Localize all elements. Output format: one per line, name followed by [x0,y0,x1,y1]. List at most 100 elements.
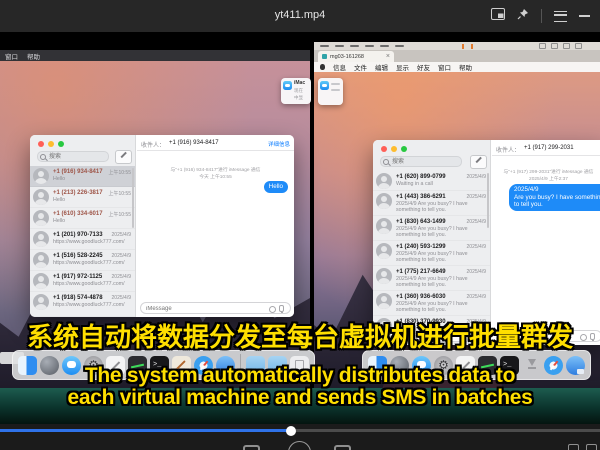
conversation-time: 2025/4/9 [467,269,486,275]
fullscreen-icon[interactable] [586,444,597,450]
menu-icon[interactable] [554,11,567,22]
vmware-menu-item[interactable] [335,45,344,47]
skip-forward-icon[interactable] [334,445,351,450]
volume-icon[interactable] [568,444,579,450]
menu-item[interactable]: 窗口 [5,51,18,61]
details-link[interactable]: 详细信息 [268,140,290,148]
left-vm-menubar: 窗口 帮助 [0,50,310,61]
compose-button[interactable] [470,155,487,169]
scrollbar[interactable] [487,173,489,228]
video-player-window: 窗口 帮助 mg03-161268 × 信息 文件 编辑 显示 好友 窗口 帮助 [0,0,600,450]
menu-item[interactable]: 帮助 [27,51,40,61]
menu-item[interactable]: 好友 [417,62,430,72]
chat-pane: 收件人： +1 (917) 299-2031 与“+1 (917) 299-20… [492,140,600,345]
conversation-sidebar: +1 (916) 934-8417 上午10:55 Hello +1 (213)… [30,135,136,317]
search-input[interactable] [380,156,462,167]
recipient-label: 收件人： [496,145,520,154]
vmware-menu-item[interactable] [380,45,389,47]
imessage-notification[interactable]: iMac 现在 中显 [281,78,311,104]
minimize-button[interactable] [391,146,397,152]
emoji-icon[interactable] [269,306,276,313]
menu-item[interactable]: 编辑 [375,62,388,72]
play-pause-icon[interactable] [288,441,311,450]
imessage-icon [320,81,329,90]
conversation-time: 2025/4/9 [467,219,486,225]
conversation-row[interactable]: +1 (610) 334-6017 上午10:55 Hello [30,208,135,229]
conversation-row[interactable]: +1 (620) 899-0799 2025/4/9 Waiting in a … [373,171,490,191]
menu-item[interactable]: 文件 [354,62,367,72]
conversation-sidebar: +1 (620) 899-0799 2025/4/9 Waiting in a … [373,140,491,345]
vm-layout-icon[interactable] [551,43,558,49]
vm-pause-icon[interactable] [462,44,473,49]
notification-text: 现在 [294,88,303,94]
contact-number: +1 (918) 574-4878 [53,295,103,301]
conversation-row[interactable]: +1 (240) 593-1299 2025/4/9 2025/4/9 Are … [373,241,490,266]
subtitle-english-line1: The system automatically distributes dat… [0,364,600,388]
close-button[interactable] [381,146,387,152]
avatar [376,173,392,189]
search-input[interactable] [37,151,109,162]
message-input[interactable] [144,303,252,315]
apple-logo-icon[interactable] [320,64,325,70]
conversation-preview: 2025/4/9 Are you busy? I have something … [396,251,487,264]
pin-icon[interactable] [517,7,529,25]
avatar [376,218,392,234]
conversation-row[interactable]: +1 (443) 386-6291 2025/4/9 2025/4/9 Are … [373,191,490,216]
compose-button[interactable] [115,150,132,164]
vm-layout-icon[interactable] [539,43,546,49]
zoom-button[interactable] [401,146,407,152]
microphone-icon[interactable] [279,305,284,312]
vm-layout-icon[interactable] [575,43,582,49]
vm-tab[interactable]: mg03-161268 × [318,51,394,62]
conversation-row[interactable]: +1 (213) 226-3817 上午10:55 Hello [30,187,135,208]
conversation-time: 2025/4/9 [112,232,131,238]
minimize-icon[interactable] [579,15,590,17]
skip-back-icon[interactable] [243,445,260,450]
sent-message-bubble: 2025/4/9 Are you busy? I have something … [509,184,600,211]
conversation-row[interactable]: +1 (775) 217-6649 2025/4/9 2025/4/9 Are … [373,266,490,291]
vmware-menu-item[interactable] [365,45,374,47]
imessage-greeting: 与“+1 (916) 934-8417”进行 iMessage 通信 [137,166,294,173]
conversation-row[interactable]: +1 (916) 934-8417 上午10:55 Hello [30,166,135,187]
menu-item[interactable]: 信息 [333,62,346,72]
vm-layout-icon[interactable] [563,43,570,49]
messages-window-left: +1 (916) 934-8417 上午10:55 Hello +1 (213)… [30,135,294,317]
vmware-menu-item[interactable] [350,45,359,47]
zoom-button[interactable] [58,141,64,147]
conversation-time: 2025/4/9 [112,274,131,280]
scrollbar[interactable] [132,168,134,228]
recipient-number: +1 (917) 299-2031 [524,145,574,151]
notification-text [331,89,340,91]
contact-number: +1 (917) 972-1125 [53,274,102,280]
contact-number: +1 (213) 226-3817 [53,190,103,196]
conversation-row[interactable]: +1 (516) 528-2245 2025/4/9 https://www.g… [30,250,135,271]
conversation-preview: https://www.goodluck777.com/ [53,302,132,308]
conversation-row[interactable]: +1 (917) 972-1125 2025/4/9 https://www.g… [30,271,135,292]
contact-number: +1 (610) 334-6017 [53,211,103,217]
traffic-lights[interactable] [381,146,407,152]
conversation-preview: https://www.goodluck777.com/ [53,281,132,287]
imessage-notification[interactable] [318,78,343,105]
conversation-row[interactable]: +1 (918) 574-4878 2025/4/9 https://www.g… [30,292,135,317]
minimize-button[interactable] [48,141,54,147]
conversation-row[interactable]: +1 (830) 643-1499 2025/4/9 2025/4/9 Are … [373,216,490,241]
avatar [376,193,392,209]
conversation-row[interactable]: +1 (360) 936-6030 2025/4/9 2025/4/9 Are … [373,291,490,316]
seek-thumb[interactable] [286,426,296,436]
bubble-text: Are you busy? I have something to tell y… [514,194,600,209]
close-icon[interactable]: × [386,53,390,60]
traffic-lights[interactable] [38,141,64,147]
vmware-menu-item[interactable] [395,45,404,47]
contact-number: +1 (775) 217-6649 [396,269,446,275]
vmware-tab-strip: mg03-161268 × [314,50,600,62]
conversation-row[interactable]: +1 (201) 970-7133 2025/4/9 https://www.g… [30,229,135,250]
menu-item[interactable]: 帮助 [459,62,472,72]
avatar [376,243,392,259]
vmware-menu-item[interactable] [320,45,329,47]
mini-player-icon[interactable] [491,7,505,25]
menu-item[interactable]: 显示 [396,62,409,72]
notification-text: 中显 [294,95,303,101]
close-button[interactable] [38,141,44,147]
menu-item[interactable]: 窗口 [438,62,451,72]
conversation-time: 上午10:55 [108,169,131,176]
